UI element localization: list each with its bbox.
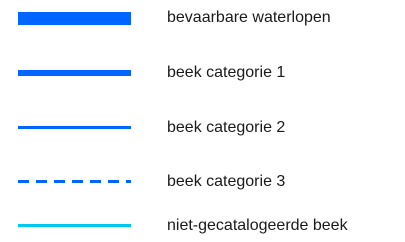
legend-item-label: beek categorie 3: [167, 173, 286, 190]
navigable-waterway-line-symbol: [18, 12, 131, 25]
legend-item-brook-category-1: beek categorie 1: [0, 58, 405, 88]
legend-item-label: bevaarbare waterlopen: [167, 9, 331, 26]
legend-item-brook-category-3: beek categorie 3: [0, 167, 405, 197]
legend-item-uncataloged-brook: niet-gecatalogeerde beek: [0, 211, 405, 241]
brook-category-2-line-symbol: [18, 126, 131, 129]
legend-item-brook-category-2: beek categorie 2: [0, 113, 405, 143]
legend-item-label: beek categorie 2: [167, 119, 286, 136]
uncataloged-brook-line-symbol: [18, 224, 131, 227]
legend-item-label: beek categorie 1: [167, 64, 286, 81]
brook-category-3-dashed-line-symbol: [18, 180, 131, 183]
legend-item-navigable-waterways: bevaarbare waterlopen: [0, 3, 405, 33]
legend-item-label: niet-gecatalogeerde beek: [167, 217, 348, 234]
map-legend: bevaarbare waterlopen beek categorie 1 b…: [0, 0, 405, 242]
brook-category-1-line-symbol: [18, 70, 131, 76]
